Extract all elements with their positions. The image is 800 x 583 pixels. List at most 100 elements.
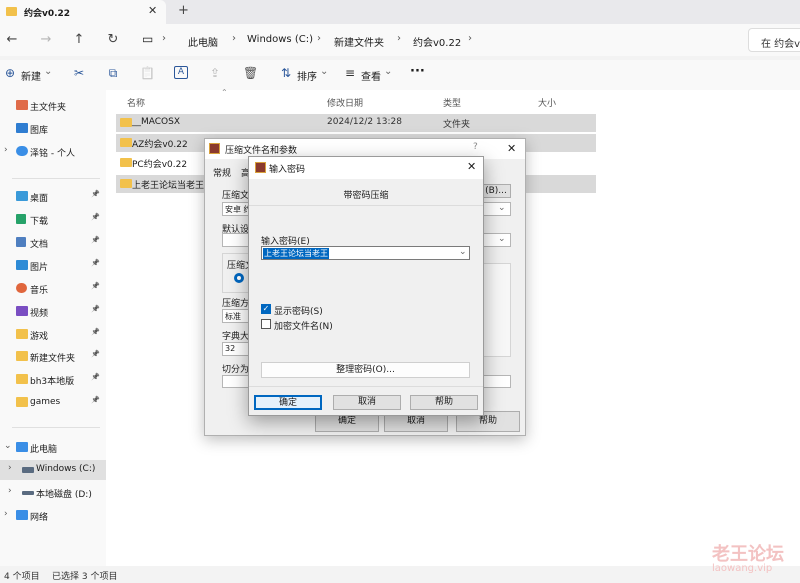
tab-close-icon[interactable]: ✕ xyxy=(148,4,157,17)
sidebar-item-videos[interactable]: 视频 📌 xyxy=(0,302,106,322)
breadcrumb[interactable]: ▭ › 此电脑 › Windows (C:) › 新建文件夹 › 约会v0.22… xyxy=(136,28,740,52)
split-unit-select[interactable] xyxy=(481,375,511,388)
sidebar-item-label: 新建文件夹 xyxy=(30,354,76,364)
sidebar-item-network[interactable]: › 网络 xyxy=(0,506,106,526)
encrypt-names-checkbox[interactable] xyxy=(261,319,271,329)
sidebar-item-downloads[interactable]: 下载 📌 xyxy=(0,210,106,230)
expand-icon[interactable]: › xyxy=(8,486,12,496)
back-icon[interactable]: ← xyxy=(4,32,20,47)
archive-name-dropdown[interactable]: ⌄ xyxy=(481,202,511,216)
item-count: 4 个项目 xyxy=(4,572,40,582)
update-mode-select[interactable]: ⌄ xyxy=(481,233,511,247)
browse-button[interactable]: (B)... xyxy=(481,184,511,198)
pin-icon[interactable]: 📌 xyxy=(91,305,100,313)
pin-icon[interactable]: 📌 xyxy=(91,190,100,198)
sidebar-item-documents[interactable]: 文档 📌 xyxy=(0,233,106,253)
pin-icon[interactable]: 📌 xyxy=(91,350,100,358)
split-input[interactable] xyxy=(222,375,250,388)
password-dialog-heading: 带密码压缩 xyxy=(343,191,389,201)
password-cancel-button[interactable]: 取消 xyxy=(333,395,401,410)
tab-general[interactable]: 常规 xyxy=(213,166,231,179)
table-row[interactable]: __MACOSX 2024/12/2 13:28 文件夹 xyxy=(116,114,596,132)
more-icon[interactable]: ··· xyxy=(410,64,425,79)
breadcrumb-new-folder[interactable]: 新建文件夹 xyxy=(334,34,384,49)
expand-icon[interactable]: › xyxy=(4,509,8,519)
format-group: 压缩文 xyxy=(222,253,254,293)
watermark-url: laowang.vip xyxy=(712,563,773,574)
close-icon[interactable]: ✕ xyxy=(467,160,476,173)
sidebar-item-games[interactable]: games 📌 xyxy=(0,393,106,413)
organize-passwords-button[interactable]: 整理密码(O)... xyxy=(261,362,470,378)
password-ok-button[interactable]: 确定 xyxy=(254,395,322,410)
new-button[interactable]: 新建 xyxy=(21,68,41,83)
sidebar-item-drive-d[interactable]: › 本地磁盘 (D:) xyxy=(0,483,106,503)
collapse-icon[interactable]: ⌄ xyxy=(4,441,12,451)
pin-icon[interactable]: 📌 xyxy=(91,213,100,221)
method-select[interactable]: 标准 xyxy=(222,309,250,323)
breadcrumb-this-pc[interactable]: 此电脑 xyxy=(188,34,218,49)
sidebar-item-games-cn[interactable]: 游戏 📌 xyxy=(0,325,106,345)
new-tab-icon[interactable]: + xyxy=(178,3,189,18)
password-input[interactable]: 上老王论坛当老王 ⌄ xyxy=(261,246,470,260)
sort-icon[interactable]: ⇅ xyxy=(279,66,293,80)
archive-name-input[interactable]: 安卓 约 xyxy=(222,202,252,216)
sidebar-item-desktop[interactable]: 桌面 📌 xyxy=(0,187,106,207)
dictionary-select[interactable]: 32 xyxy=(222,342,250,356)
winrar-icon xyxy=(209,143,220,154)
column-header-type[interactable]: 类型 xyxy=(443,96,461,109)
help-icon[interactable]: ? xyxy=(473,142,478,152)
view-button[interactable]: 查看 xyxy=(361,68,381,83)
pin-icon[interactable]: 📌 xyxy=(91,396,100,404)
view-icon[interactable]: ≡ xyxy=(343,66,357,80)
close-icon[interactable]: ✕ xyxy=(507,142,516,155)
sidebar-item-windows-c[interactable]: › Windows (C:) xyxy=(0,460,106,480)
password-dialog-title: 输入密码 xyxy=(269,165,306,175)
pin-icon[interactable]: 📌 xyxy=(91,373,100,381)
method-label: 压缩方 xyxy=(222,299,250,309)
search-input[interactable]: 在 约会v0 xyxy=(748,28,800,52)
up-icon[interactable]: ↑ xyxy=(71,32,87,47)
column-header-size[interactable]: 大小 xyxy=(538,96,556,109)
expand-icon[interactable]: › xyxy=(8,463,12,473)
pin-icon[interactable]: 📌 xyxy=(91,259,100,267)
sidebar-item-new-folder[interactable]: 新建文件夹 📌 xyxy=(0,347,106,367)
sidebar-item-music[interactable]: 音乐 📌 xyxy=(0,279,106,299)
paste-icon[interactable]: 📋 xyxy=(140,66,155,80)
rename-icon[interactable]: A xyxy=(174,66,188,79)
sort-button[interactable]: 排序 xyxy=(297,68,317,83)
pin-icon[interactable]: 📌 xyxy=(91,236,100,244)
tab-yuehui[interactable]: 约会v0.22 ✕ xyxy=(0,0,166,24)
forward-icon[interactable]: → xyxy=(38,32,54,47)
pin-icon[interactable]: 📌 xyxy=(91,328,100,336)
new-icon[interactable]: ⊕ xyxy=(3,66,17,80)
document-icon xyxy=(16,237,26,247)
format-radio[interactable] xyxy=(234,273,244,283)
sidebar-item-onedrive[interactable]: › 泽铭 - 个人 xyxy=(0,142,106,162)
sidebar-item-home[interactable]: 主文件夹 xyxy=(0,96,106,116)
delete-icon[interactable]: 🗑 xyxy=(243,66,258,80)
password-help-button[interactable]: 帮助 xyxy=(410,395,478,410)
divider xyxy=(249,386,483,387)
sidebar-item-label: 主文件夹 xyxy=(30,103,67,113)
show-password-checkbox[interactable]: ✓ xyxy=(261,304,271,314)
column-header-name[interactable]: 名称 xyxy=(127,96,145,109)
profile-select[interactable] xyxy=(222,233,250,247)
column-header-modified[interactable]: 修改日期 xyxy=(327,96,363,109)
breadcrumb-yuehui[interactable]: 约会v0.22 xyxy=(413,34,461,49)
copy-icon[interactable]: ⧉ xyxy=(106,66,120,81)
sidebar-item-pictures[interactable]: 图片 📌 xyxy=(0,256,106,276)
archive-name-label: 压缩文 xyxy=(222,191,250,201)
cut-icon[interactable]: ✂ xyxy=(72,66,86,80)
file-modified: 2024/12/2 13:28 xyxy=(327,117,402,127)
sidebar-item-gallery[interactable]: 图库 xyxy=(0,119,106,139)
share-icon[interactable]: ⇪ xyxy=(208,66,222,80)
breadcrumb-windows-c[interactable]: Windows (C:) xyxy=(247,34,313,45)
music-icon xyxy=(16,283,27,293)
folder-icon xyxy=(120,179,132,188)
sidebar-item-bh3[interactable]: bh3本地版 📌 xyxy=(0,370,106,390)
refresh-icon[interactable]: ↻ xyxy=(105,32,121,47)
pin-icon[interactable]: 📌 xyxy=(91,282,100,290)
expand-icon[interactable]: › xyxy=(4,145,8,155)
sidebar-item-this-pc[interactable]: ⌄ 此电脑 xyxy=(0,438,106,458)
chevron-right-icon: › xyxy=(317,33,321,44)
